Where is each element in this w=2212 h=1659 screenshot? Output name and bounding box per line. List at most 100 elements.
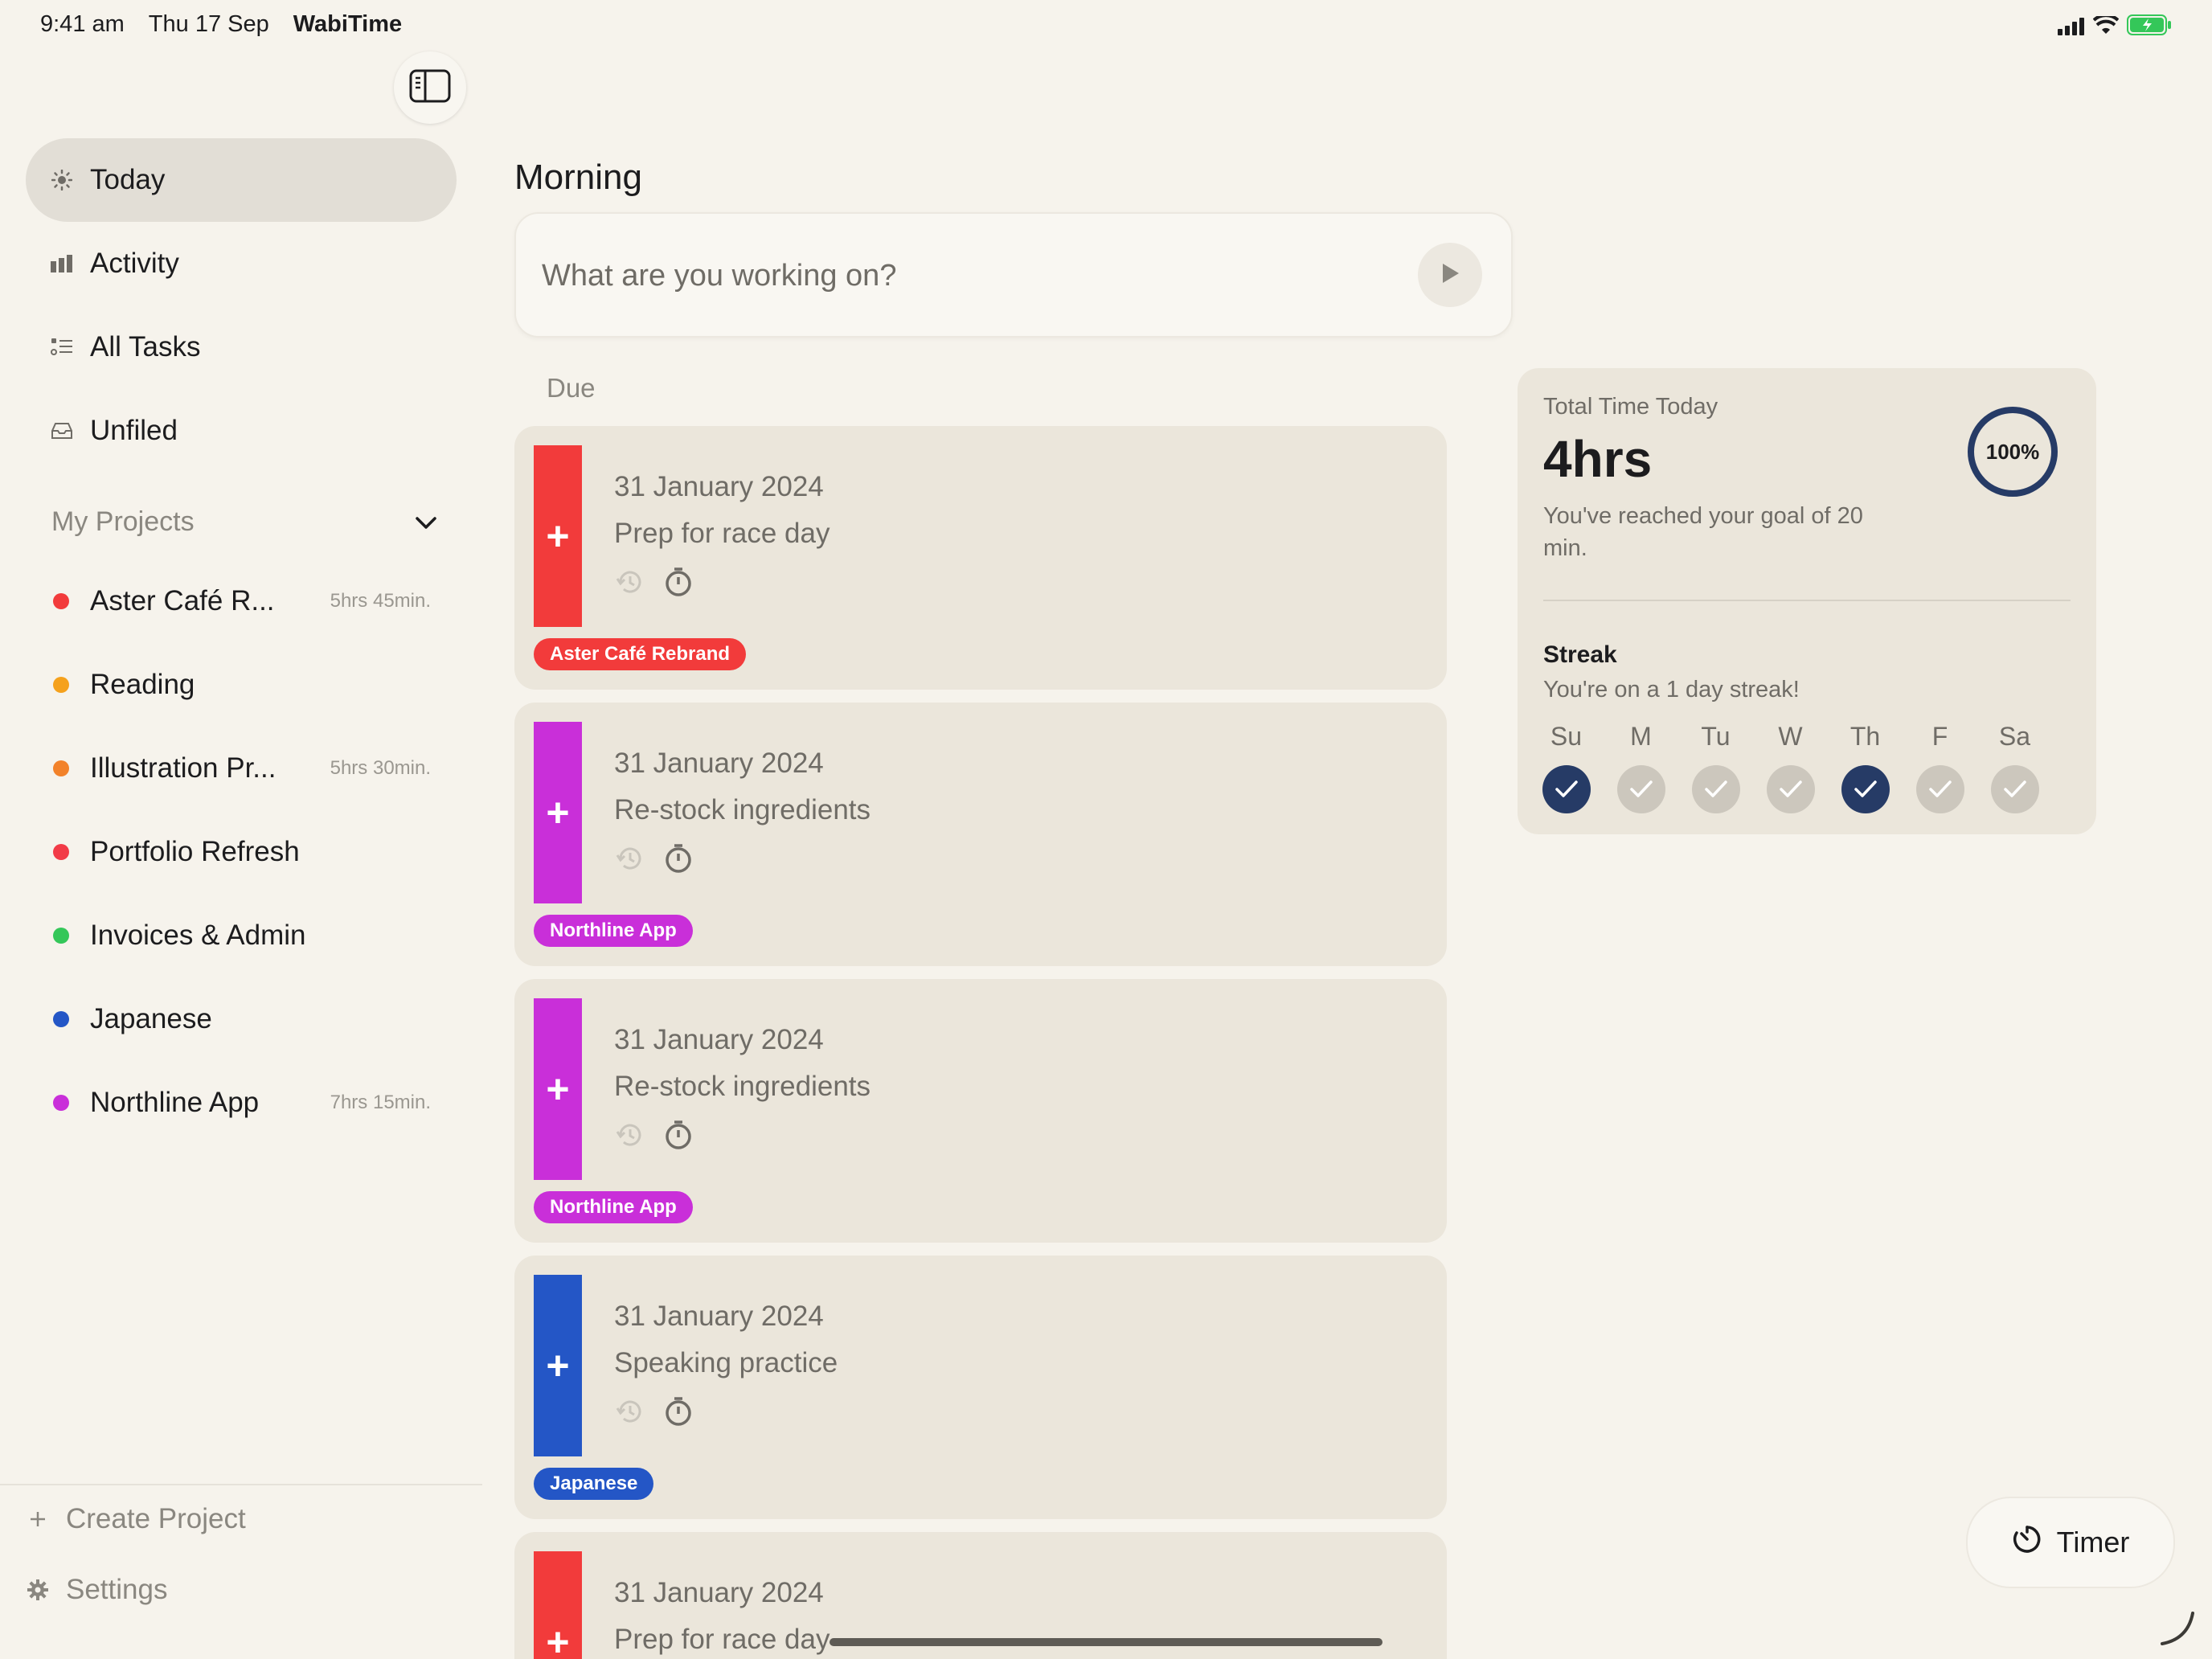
- goal-text: You've reached your goal of 20 min.: [1543, 503, 1863, 561]
- sidebar-toggle-button[interactable]: [394, 51, 466, 124]
- plus-icon: +: [546, 1343, 570, 1388]
- task-list-icon: [48, 337, 76, 358]
- task-title: Re-stock ingredients: [614, 1071, 871, 1102]
- plus-icon: +: [546, 514, 570, 559]
- timer-button[interactable]: Timer: [1966, 1497, 2175, 1588]
- create-project-label: Create Project: [66, 1503, 246, 1534]
- task-card[interactable]: + 31 January 2024 Speaking practice Japa…: [514, 1256, 1447, 1519]
- day-label: M: [1630, 722, 1652, 751]
- task-date: 31 January 2024: [614, 1024, 824, 1055]
- nav-item-all-tasks[interactable]: All Tasks: [26, 305, 457, 389]
- project-color-dot: [53, 593, 69, 609]
- streak-title: Streak: [1543, 641, 1617, 668]
- stopwatch-icon[interactable]: [662, 1119, 694, 1155]
- day-label: W: [1778, 722, 1803, 751]
- task-title: Re-stock ingredients: [614, 794, 871, 825]
- day-label: F: [1931, 722, 1948, 751]
- goal-progress-ring: 100%: [1966, 405, 2059, 498]
- check-icon: [1691, 765, 1740, 813]
- day-label: Th: [1849, 722, 1881, 751]
- history-icon[interactable]: [614, 1119, 646, 1155]
- history-icon[interactable]: [614, 842, 646, 879]
- nav-item-label: Activity: [90, 248, 179, 279]
- streak-subtitle: You're on a 1 day streak!: [1543, 677, 1800, 703]
- project-time: 5hrs 30min.: [330, 757, 431, 779]
- gear-icon: [26, 1579, 50, 1600]
- play-icon: [1440, 262, 1460, 289]
- total-time-label: Total Time Today: [1543, 394, 1718, 420]
- day-label: Sa: [1998, 722, 2031, 751]
- task-input-box: [514, 212, 1513, 338]
- nav-item-today[interactable]: Today: [26, 138, 457, 222]
- project-name: Invoices & Admin: [90, 920, 306, 951]
- settings-button[interactable]: Settings: [26, 1574, 167, 1606]
- task-card[interactable]: + 31 January 2024 Prep for race day Aste…: [514, 426, 1447, 690]
- sun-icon: [48, 170, 76, 190]
- history-icon[interactable]: [614, 566, 646, 602]
- project-color-dot: [53, 760, 69, 776]
- inbox-icon: [48, 421, 76, 440]
- project-item[interactable]: Illustration Pr... 5hrs 30min.: [53, 744, 431, 793]
- project-item[interactable]: Invoices & Admin: [53, 911, 431, 960]
- create-project-button[interactable]: Create Project: [26, 1503, 246, 1535]
- status-icons: [2058, 14, 2172, 39]
- task-card[interactable]: + 31 January 2024 Re-stock ingredients N…: [514, 703, 1447, 966]
- nav-item-label: Unfiled: [90, 415, 178, 446]
- task-date: 31 January 2024: [614, 748, 824, 779]
- streak-day: M: [1604, 722, 1678, 813]
- project-name: Japanese: [90, 1003, 212, 1034]
- project-item[interactable]: Reading: [53, 661, 431, 709]
- plus-icon: +: [546, 1620, 570, 1659]
- add-time-button[interactable]: +: [534, 445, 582, 627]
- project-color-dot: [53, 844, 69, 860]
- project-name: Portfolio Refresh: [90, 836, 300, 867]
- task-date: 31 January 2024: [614, 1577, 824, 1608]
- project-name: Reading: [90, 669, 195, 700]
- stopwatch-icon[interactable]: [662, 1395, 694, 1432]
- nav-item-activity[interactable]: Activity: [26, 222, 457, 305]
- add-time-button[interactable]: +: [534, 998, 582, 1180]
- task-card[interactable]: + 31 January 2024 Re-stock ingredients N…: [514, 979, 1447, 1243]
- start-button[interactable]: [1418, 243, 1482, 307]
- project-name: Illustration Pr...: [90, 752, 276, 784]
- task-date: 31 January 2024: [614, 1301, 824, 1332]
- project-item[interactable]: Japanese: [53, 995, 431, 1043]
- streak-days: Su M Tu W Th F Sa: [1529, 722, 2052, 813]
- total-time-value: 4hrs: [1543, 430, 1653, 488]
- stopwatch-icon[interactable]: [662, 842, 694, 879]
- plus-icon: +: [546, 1067, 570, 1112]
- check-icon: [1915, 765, 1964, 813]
- add-time-button[interactable]: +: [534, 1275, 582, 1456]
- stopwatch-icon[interactable]: [662, 566, 694, 602]
- settings-label: Settings: [66, 1574, 168, 1605]
- home-indicator[interactable]: [830, 1638, 1382, 1646]
- check-icon: [1616, 765, 1665, 813]
- task-title: Speaking practice: [614, 1347, 838, 1378]
- project-color-dot: [53, 1095, 69, 1111]
- streak-day: Th: [1828, 722, 1903, 813]
- history-icon[interactable]: [614, 1395, 646, 1432]
- plus-icon: [26, 1510, 50, 1528]
- project-item[interactable]: Aster Café R... 5hrs 45min.: [53, 577, 431, 625]
- stats-divider: [1543, 600, 2071, 601]
- nav-item-unfiled[interactable]: Unfiled: [26, 389, 457, 473]
- wifi-icon: [2092, 14, 2120, 39]
- resize-handle-icon: [2156, 1607, 2196, 1651]
- streak-day: Sa: [1977, 722, 2052, 813]
- check-icon: [1990, 765, 2039, 813]
- my-projects-header[interactable]: My Projects: [51, 506, 437, 538]
- project-item[interactable]: Northline App 7hrs 15min.: [53, 1079, 431, 1127]
- check-icon: [1766, 765, 1815, 813]
- timer-icon: [2012, 1524, 2042, 1562]
- my-projects-label: My Projects: [51, 506, 195, 537]
- project-item[interactable]: Portfolio Refresh: [53, 828, 431, 876]
- chevron-down-icon[interactable]: [415, 506, 437, 538]
- sidebar-divider: [0, 1484, 482, 1485]
- nav-item-label: All Tasks: [90, 331, 201, 363]
- signal-icon: [2058, 18, 2085, 39]
- task-input[interactable]: [540, 246, 1347, 305]
- add-time-button[interactable]: +: [534, 1551, 582, 1659]
- sidebar: Today Activity All Tasks Unfiled My Proj…: [0, 0, 482, 1659]
- sidebar-toggle-icon: [409, 69, 451, 107]
- add-time-button[interactable]: +: [534, 722, 582, 903]
